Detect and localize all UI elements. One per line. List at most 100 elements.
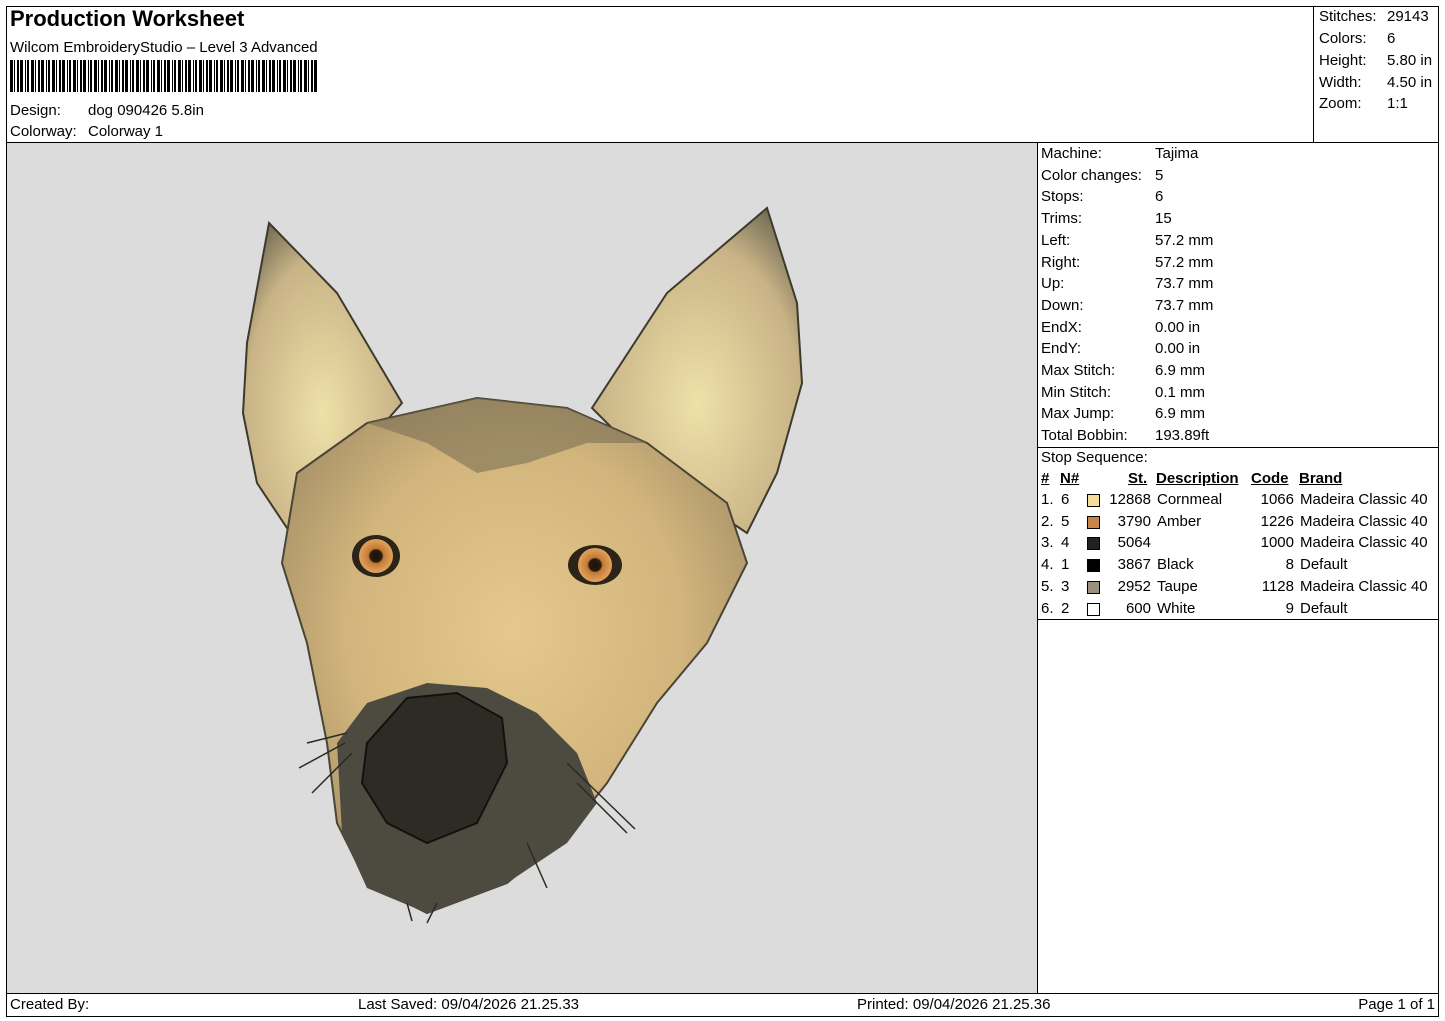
row-brand: Madeira Classic 40 <box>1300 512 1428 530</box>
row-stitches: 12868 <box>1109 491 1151 508</box>
row-number: 2. <box>1041 512 1054 530</box>
row-description: Taupe <box>1157 577 1198 595</box>
machine-info-label: Left: <box>1041 231 1071 249</box>
row-code: 8 <box>1285 556 1294 574</box>
row-stitches: 3790 <box>1117 512 1151 530</box>
row-needle: 6 <box>1061 491 1070 508</box>
machine-info-label: Up: <box>1041 275 1065 293</box>
col-description: Description <box>1156 470 1239 487</box>
notes-panel <box>1037 619 1439 994</box>
barcode <box>10 60 317 92</box>
col-code: Code <box>1251 470 1289 487</box>
last-saved: Last Saved: 09/04/2026 21.25.33 <box>358 996 580 1013</box>
stat-colors: Colors: 6 <box>1319 30 1396 47</box>
color-swatch <box>1087 559 1100 573</box>
row-code: 1000 <box>1260 534 1294 552</box>
printed-date: Printed: 09/04/2026 21.25.36 <box>857 996 1051 1013</box>
row-stitches: 2952 <box>1117 577 1151 595</box>
machine-info-row: Color changes: 5 <box>1041 166 1163 184</box>
row-needle: 4 <box>1061 534 1070 552</box>
stop-sequence-row: 5. 3 2952 Taupe 1128 Madeira Classic 40 <box>0 578 1428 599</box>
machine-info-label: Min Stitch: <box>1041 383 1112 401</box>
machine-info-value: 73.7 mm <box>1155 275 1214 293</box>
software-name: Wilcom EmbroideryStudio – Level 3 Advanc… <box>10 39 318 56</box>
color-swatch <box>1087 537 1100 551</box>
stop-sequence-row: 3. 4 5064 1000 Madeira Classic 40 <box>0 534 1428 555</box>
machine-info-row: Up: 73.7 mm <box>1041 275 1213 293</box>
machine-info-value: 57.2 mm <box>1155 231 1214 249</box>
machine-info-label: Max Stitch: <box>1041 362 1116 379</box>
machine-info-label: Trims: <box>1041 210 1083 228</box>
row-brand: Madeira Classic 40 <box>1300 534 1428 552</box>
machine-info-value: 6.9 mm <box>1155 405 1206 423</box>
machine-info-row: Trims: 15 <box>1041 210 1172 228</box>
row-needle: 1 <box>1061 556 1070 574</box>
machine-info-label: EndX: <box>1041 318 1082 336</box>
colorway-value: Colorway 1 <box>88 123 164 140</box>
color-swatch <box>1087 580 1100 594</box>
row-brand: Default <box>1300 599 1348 617</box>
row-stitches: 5064 <box>1117 534 1151 552</box>
machine-info-label: EndY: <box>1041 340 1082 358</box>
row-needle: 2 <box>1061 599 1070 617</box>
page-title: Production Worksheet <box>10 6 245 31</box>
colorway-label: Colorway: <box>10 123 77 140</box>
machine-info-row: EndX: 0.00 in <box>1041 318 1200 336</box>
col-n: N# <box>1060 470 1080 487</box>
row-code: 1066 <box>1260 491 1294 508</box>
row-brand: Default <box>1300 556 1348 574</box>
machine-info-row: Min Stitch: 0.1 mm <box>1041 383 1205 401</box>
machine-info-value: Tajima <box>1155 145 1199 162</box>
stat-stitches: Stitches: 29143 <box>1319 8 1429 25</box>
color-swatch <box>1087 602 1100 616</box>
machine-info-label: Max Jump: <box>1041 405 1115 423</box>
machine-info-row: Right: 57.2 mm <box>1041 253 1213 271</box>
row-needle: 3 <box>1061 577 1070 595</box>
row-description: Black <box>1157 556 1194 574</box>
row-number: 6. <box>1041 599 1054 617</box>
machine-info-row: Machine: Tajima <box>1041 145 1198 162</box>
machine-info-value: 6.9 mm <box>1155 362 1206 379</box>
machine-info-value: 0.00 in <box>1155 318 1201 336</box>
row-code: 9 <box>1285 599 1294 617</box>
machine-info-label: Right: <box>1041 253 1081 271</box>
col-num: # <box>1041 470 1050 487</box>
machine-info-label: Color changes: <box>1041 166 1142 184</box>
created-by: Created By: <box>10 996 90 1013</box>
stat-width: Width: 4.50 in <box>1319 74 1433 91</box>
machine-info-row: Max Stitch: 6.9 mm <box>1041 362 1205 379</box>
stat-height: Height: 5.80 in <box>1319 52 1433 69</box>
machine-info-row: EndY: 0.00 in <box>1041 340 1200 358</box>
row-number: 3. <box>1041 534 1054 552</box>
machine-info-value: 5 <box>1155 166 1164 184</box>
stop-sequence-title: Stop Sequence: <box>1041 449 1148 466</box>
stat-zoom: Zoom: 1:1 <box>1319 95 1408 112</box>
row-number: 1. <box>1041 491 1054 508</box>
machine-info-label: Total Bobbin: <box>1041 427 1128 445</box>
row-code: 1226 <box>1260 512 1294 530</box>
row-needle: 5 <box>1061 512 1070 530</box>
col-brand: Brand <box>1299 470 1343 487</box>
stop-sequence-row: 2. 5 3790 Amber 1226 Madeira Classic 40 <box>0 513 1428 534</box>
machine-info-value: 0.1 mm <box>1155 383 1206 401</box>
machine-info-value: 57.2 mm <box>1155 253 1214 271</box>
machine-info-row: Down: 73.7 mm <box>1041 296 1213 314</box>
col-st: St. <box>1128 470 1148 487</box>
machine-info-row: Left: 57.2 mm <box>1041 231 1213 249</box>
machine-info-value: 15 <box>1155 210 1172 228</box>
machine-info-row: Max Jump: 6.9 mm <box>1041 405 1205 423</box>
machine-info-row: Total Bobbin: 193.89ft <box>1041 427 1209 445</box>
color-swatch <box>1087 515 1100 529</box>
design-value: dog 090426 5.8in <box>88 102 204 119</box>
row-number: 4. <box>1041 556 1054 574</box>
machine-info-label: Down: <box>1041 296 1084 314</box>
machine-info-value: 193.89ft <box>1155 427 1210 445</box>
machine-info-label: Machine: <box>1041 145 1102 162</box>
right-eye <box>578 548 612 582</box>
machine-info-value: 0.00 in <box>1155 340 1201 358</box>
footer-panel <box>6 993 1439 1017</box>
row-description: Amber <box>1157 512 1202 530</box>
row-brand: Madeira Classic 40 <box>1300 577 1428 595</box>
color-swatch <box>1087 494 1100 507</box>
machine-info-value: 73.7 mm <box>1155 296 1214 314</box>
